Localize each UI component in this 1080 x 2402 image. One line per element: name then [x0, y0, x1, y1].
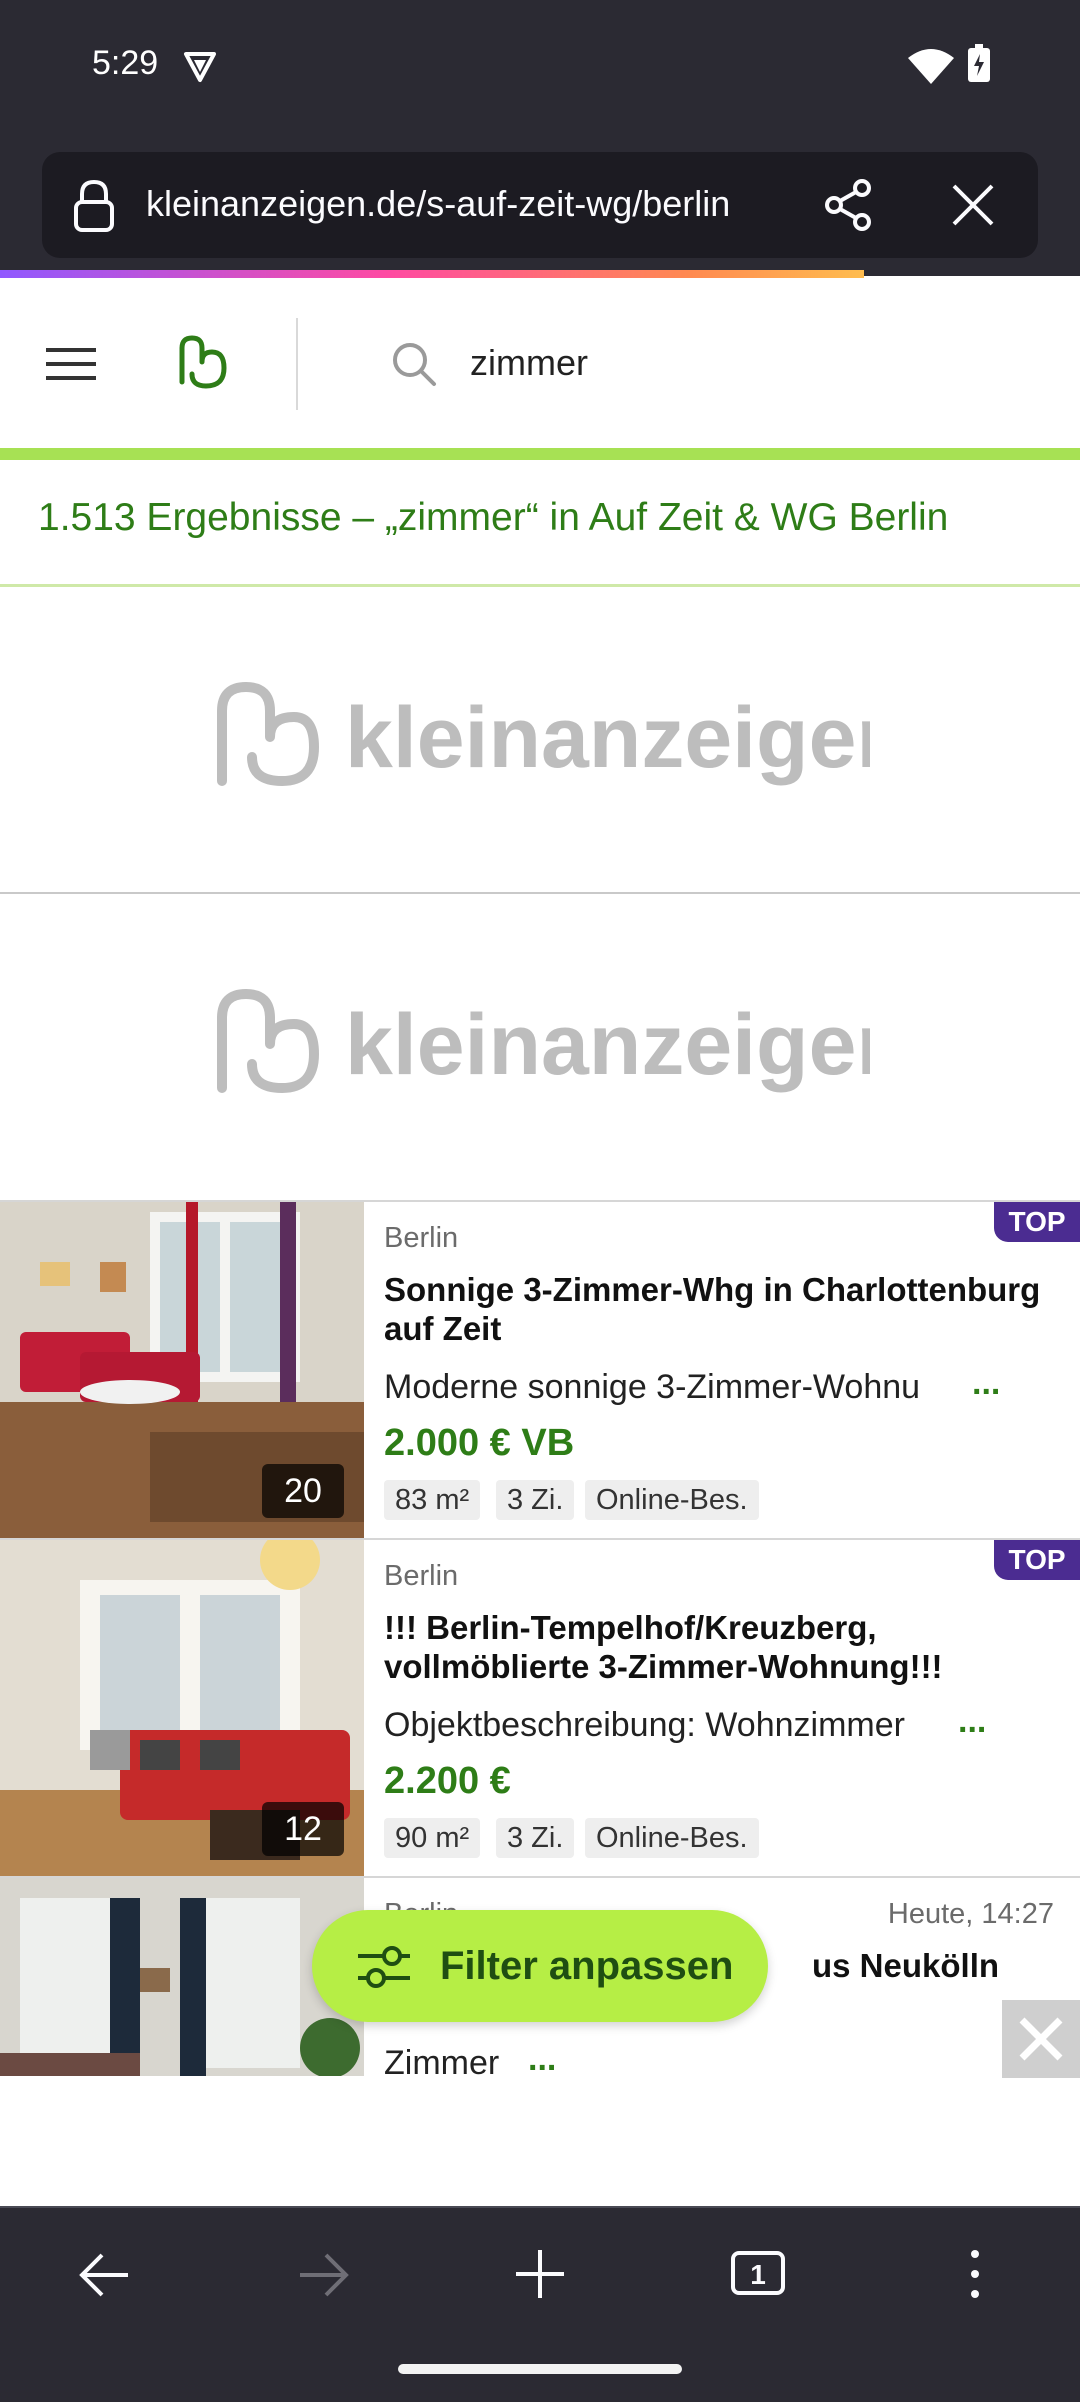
- listing-description: Objektbeschreibung: Wohnzimmer: [384, 1706, 905, 1744]
- hamburger-menu-icon[interactable]: [46, 346, 96, 382]
- back-icon[interactable]: [78, 2250, 132, 2300]
- lock-icon[interactable]: [70, 178, 118, 232]
- wifi-icon: [908, 49, 954, 84]
- listing-title[interactable]: us Neukölln: [812, 1946, 1072, 1985]
- tag-rooms: 3 Zi.: [496, 1480, 575, 1520]
- filter-button-label[interactable]: Filter anpassen: [440, 1944, 733, 1989]
- image-count-badge: 20: [262, 1464, 344, 1518]
- header-divider: [296, 318, 298, 410]
- header-accent-line: [0, 448, 1080, 460]
- kleinanzeigen-wordmark-icon: kleinanzeigen: [217, 989, 870, 1093]
- listing-card[interactable]: 12 TOP Berlin !!! Berlin-Tempelhof/Kreuz…: [0, 1538, 1080, 1878]
- listing-date: Heute, 14:27: [887, 1898, 1054, 1930]
- tag-online-viewing: Online-Bes.: [585, 1480, 759, 1520]
- results-heading: 1.513 Ergebnisse – „zimmer“ in Auf Zeit …: [38, 496, 949, 539]
- kleinanzeigen-wordmark-icon: kleinanzeigen: [217, 682, 870, 786]
- listing-location: Berlin: [384, 1222, 459, 1254]
- listing-card[interactable]: 20 TOP Berlin Sonnige 3-Zimmer-Whg in Ch…: [0, 1200, 1080, 1540]
- tab-counter-icon[interactable]: 1: [730, 2250, 786, 2296]
- search-input[interactable]: zimmer: [470, 342, 588, 384]
- svg-text:kleinanzeigen: kleinanzeigen: [345, 690, 870, 786]
- battery-charging-icon: [968, 44, 990, 82]
- share-icon[interactable]: [822, 178, 876, 232]
- svg-text:kleinanzeigen: kleinanzeigen: [345, 997, 870, 1093]
- overflow-menu-icon[interactable]: [968, 2248, 982, 2300]
- tag-rooms: 3 Zi.: [496, 1818, 575, 1858]
- listing-description: Zimmer: [384, 2044, 500, 2076]
- vpn-shield-icon: [184, 52, 216, 82]
- listing-description: Moderne sonnige 3-Zimmer-Wohnu: [384, 1368, 921, 1406]
- listing-photo[interactable]: [0, 1878, 364, 2076]
- page-load-progress: [0, 270, 864, 278]
- description-ellipsis: ...: [958, 1702, 987, 1740]
- kleinanzeigen-logo-icon[interactable]: [174, 334, 230, 390]
- description-ellipsis: ...: [972, 1364, 1001, 1402]
- listing-title[interactable]: !!! Berlin-Tempelhof/Kreuzberg, vollmöbl…: [384, 1608, 1064, 1686]
- filter-sliders-icon[interactable]: [356, 1944, 412, 1990]
- ad-placeholder[interactable]: kleinanzeigen: [0, 894, 1080, 1194]
- image-count-badge: 12: [262, 1802, 344, 1856]
- close-icon[interactable]: [948, 180, 998, 230]
- status-time: 5:29: [92, 44, 159, 82]
- search-icon[interactable]: [390, 340, 438, 388]
- listing-price: 2.000 € VB: [384, 1422, 575, 1464]
- tag-online-viewing: Online-Bes.: [585, 1818, 759, 1858]
- description-ellipsis: ...: [528, 2040, 557, 2076]
- close-icon: [1019, 2017, 1063, 2061]
- tag-size: 83 m²: [384, 1480, 481, 1520]
- tag-size: 90 m²: [384, 1818, 481, 1858]
- listing-location: Berlin: [384, 1560, 459, 1592]
- url-text[interactable]: kleinanzeigen.de/s-auf-zeit-wg/berlin: [146, 183, 786, 225]
- top-badge: TOP: [994, 1202, 1080, 1242]
- ad-placeholder[interactable]: kleinanzeigen: [0, 587, 1080, 887]
- forward-icon[interactable]: [296, 2250, 350, 2300]
- new-tab-icon[interactable]: [514, 2248, 566, 2300]
- living-room-photo: [0, 1878, 364, 2076]
- ad-close-button[interactable]: [1002, 2000, 1080, 2078]
- top-badge: TOP: [994, 1540, 1080, 1580]
- svg-text:1: 1: [750, 2259, 766, 2290]
- listing-price: 2.200 €: [384, 1760, 511, 1802]
- gesture-nav-handle[interactable]: [398, 2364, 682, 2374]
- listing-title[interactable]: Sonnige 3-Zimmer-Whg in Charlottenburg a…: [384, 1270, 1064, 1348]
